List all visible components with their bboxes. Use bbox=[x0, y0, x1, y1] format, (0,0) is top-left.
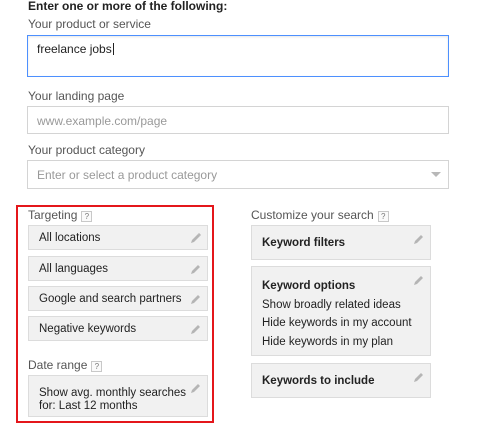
product-input[interactable]: freelance jobs bbox=[27, 35, 449, 77]
customize-search-label: Customize your search? bbox=[251, 208, 389, 222]
keywords-to-include-title: Keywords to include bbox=[262, 375, 375, 387]
targeting-highlight-frame bbox=[16, 205, 214, 423]
product-input-value: freelance jobs bbox=[37, 42, 114, 56]
question-mark-icon[interactable]: ? bbox=[377, 211, 389, 222]
form-heading: Enter one or more of the following: bbox=[28, 0, 228, 13]
keyword-filters-title: Keyword filters bbox=[262, 237, 346, 249]
product-category-placeholder: Enter or select a product category bbox=[37, 168, 218, 182]
product-category-select[interactable]: Enter or select a product category bbox=[27, 160, 449, 189]
dropdown-arrow-icon[interactable] bbox=[431, 172, 441, 177]
pencil-icon[interactable] bbox=[413, 274, 425, 286]
keyword-options-title: Keyword options bbox=[262, 280, 356, 292]
product-label: Your product or service bbox=[28, 17, 151, 31]
landing-page-label: Your landing page bbox=[28, 89, 125, 103]
pencil-icon[interactable] bbox=[413, 233, 425, 245]
landing-page-input[interactable]: www.example.com/page bbox=[27, 106, 449, 134]
keyword-option-line: Hide keywords in my account bbox=[262, 317, 412, 329]
keyword-option-line: Hide keywords in my plan bbox=[262, 335, 394, 348]
text-caret bbox=[112, 43, 114, 55]
keywords-to-include-box[interactable]: Keywords to include bbox=[251, 363, 431, 398]
keyword-option-line: Show broadly related ideas bbox=[262, 298, 401, 311]
keyword-options-content: Keyword options Show broadly related ide… bbox=[262, 277, 412, 351]
pencil-icon[interactable] bbox=[413, 371, 425, 383]
product-category-label: Your product category bbox=[28, 143, 145, 157]
keyword-options-box[interactable]: Keyword options Show broadly related ide… bbox=[251, 266, 431, 356]
landing-page-placeholder: www.example.com/page bbox=[37, 114, 168, 128]
keyword-filters-box[interactable]: Keyword filters bbox=[251, 225, 431, 260]
